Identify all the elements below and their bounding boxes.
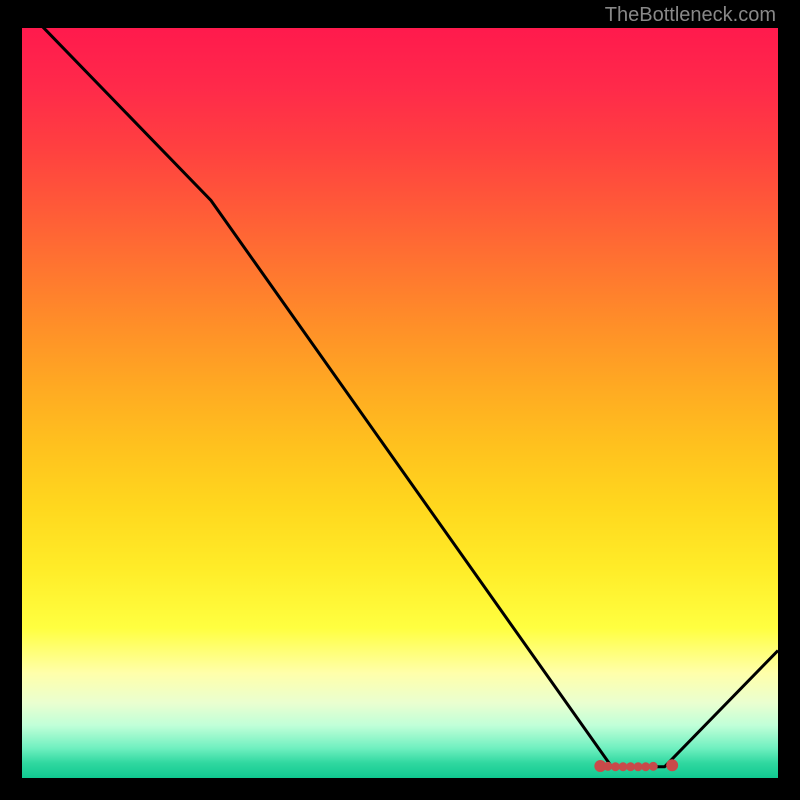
chart-gradient-background: [22, 28, 778, 778]
attribution-text: TheBottleneck.com: [605, 4, 776, 27]
